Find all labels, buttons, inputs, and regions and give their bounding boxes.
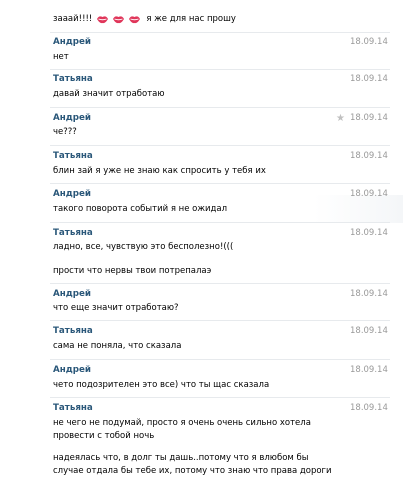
message-text: не чего не подумай, просто я очень очень… — [53, 418, 311, 428]
sender-name[interactable]: Татьяна — [53, 74, 93, 85]
message-date[interactable]: 18.09.14 — [350, 228, 388, 239]
message-text: давай значит отработаю — [53, 89, 165, 99]
message-text: зааай!!!! я же для нас прошу — [53, 14, 236, 25]
kiss-lips-icon — [112, 14, 125, 25]
message-text: провести с тобой ночь — [53, 431, 155, 441]
message-text: блин зай я уже не знаю как спросить у те… — [53, 166, 266, 176]
message-date[interactable]: 18.09.14 — [350, 151, 388, 162]
message-date[interactable]: 18.09.14 — [350, 403, 388, 414]
message-date[interactable]: 18.09.14 — [350, 189, 388, 200]
message-text-prefix: зааай!!!! — [53, 14, 93, 24]
message-text: такого поворота событий я не ожидал — [53, 204, 228, 214]
sender-name[interactable]: Татьяна — [53, 326, 93, 337]
divider — [50, 69, 390, 70]
message-text: что еще значит отработаю? — [53, 303, 179, 313]
message-date[interactable]: 18.09.14 — [350, 37, 388, 48]
divider — [50, 359, 390, 360]
message-text: случае отдала бы тебе их, потому что зна… — [53, 466, 332, 476]
message-text: надеялась что, в долг ты дашь..потому чт… — [53, 453, 309, 463]
sender-name[interactable]: Андрей — [53, 289, 91, 300]
message-date[interactable]: 18.09.14 — [350, 113, 388, 124]
divider — [50, 222, 390, 223]
divider — [50, 320, 390, 321]
message-date[interactable]: 18.09.14 — [350, 326, 388, 337]
sender-name[interactable]: Андрей — [53, 113, 91, 124]
divider — [50, 145, 390, 146]
message-date[interactable]: 18.09.14 — [350, 289, 388, 300]
star-icon[interactable]: ★ — [336, 113, 345, 124]
sender-name[interactable]: Андрей — [53, 189, 91, 200]
message-text: че??? — [53, 127, 77, 137]
sender-name[interactable]: Татьяна — [53, 151, 93, 162]
divider — [50, 283, 390, 284]
sender-name[interactable]: Андрей — [53, 365, 91, 376]
message-date[interactable]: 18.09.14 — [350, 365, 388, 376]
message-text: нет — [53, 52, 69, 62]
sender-name[interactable]: Андрей — [53, 37, 91, 48]
divider — [50, 397, 390, 398]
message-text: чето подозрителен это все) что ты щас ск… — [53, 380, 270, 390]
divider — [50, 32, 390, 33]
message-text: сама не поняла, что сказала — [53, 341, 182, 351]
sender-name[interactable]: Татьяна — [53, 403, 93, 414]
message-date[interactable]: 18.09.14 — [350, 74, 388, 85]
message-text: ладно, все, чувствую это бесполезно!((( — [53, 242, 234, 252]
message-text-suffix: я же для нас прошу — [146, 14, 236, 24]
kiss-lips-icon — [96, 14, 109, 25]
divider — [50, 183, 390, 184]
message-text: прости что нервы твои потрепалаэ — [53, 266, 212, 276]
divider — [50, 107, 390, 108]
kiss-lips-icon — [128, 14, 141, 25]
chat-history: зааай!!!! я же для нас прошу Андрей 18.0… — [0, 0, 403, 483]
sender-name[interactable]: Татьяна — [53, 228, 93, 239]
